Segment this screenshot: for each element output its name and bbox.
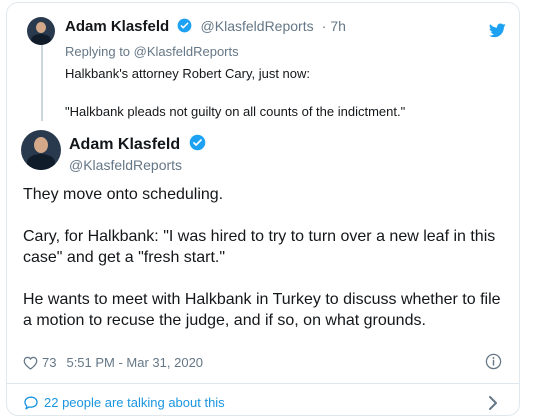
main-author-name[interactable]: Adam Klasfeld <box>69 136 180 153</box>
main-author-line: Adam Klasfeld <box>69 134 206 154</box>
tweet-embed-card: Adam Klasfeld @KlasfeldReports · 7h Repl… <box>6 2 520 416</box>
avatar-suit <box>31 34 51 45</box>
talking-link[interactable]: 22 people are talking about this <box>23 395 225 410</box>
twitter-bird-icon[interactable] <box>489 23 506 38</box>
chat-bubble-icon <box>24 396 38 410</box>
quoted-author-avatar[interactable] <box>27 17 55 45</box>
quoted-author-line: Adam Klasfeld @KlasfeldReports · 7h <box>65 18 346 35</box>
quoted-time-ago[interactable]: · 7h <box>322 18 346 34</box>
footer-divider <box>7 383 519 384</box>
tweet-paragraph-1: They move onto scheduling. <box>23 186 224 203</box>
verified-badge-icon <box>178 18 192 33</box>
avatar-face <box>34 137 48 153</box>
verified-badge-icon <box>189 134 205 151</box>
info-icon[interactable] <box>485 353 502 370</box>
tweet-timestamp[interactable]: 5:51 PM - Mar 31, 2020 <box>66 355 203 370</box>
main-author-handle[interactable]: @KlasfeldReports <box>69 157 182 173</box>
avatar-suit <box>27 154 55 170</box>
talking-label: 22 people are talking about this <box>44 395 225 410</box>
tweet-paragraph-2: Cary, for Halkbank: "I was hired to try … <box>23 228 496 266</box>
chevron-right-icon[interactable] <box>487 395 499 411</box>
quoted-author-handle[interactable]: @KlasfeldReports <box>201 18 314 34</box>
like-count[interactable]: 73 <box>42 355 56 370</box>
quoted-text-line-2: "Halkbank pleads not guilty on all count… <box>65 104 406 119</box>
heart-icon[interactable] <box>23 356 38 370</box>
quoted-author-name[interactable]: Adam Klasfeld <box>65 18 169 35</box>
quoted-text-line-1: Halkbank's attorney Robert Cary, just no… <box>65 66 311 81</box>
replying-to-label[interactable]: Replying to @KlasfeldReports <box>65 44 239 59</box>
tweet-body: They move onto scheduling. Cary, for Hal… <box>23 184 513 352</box>
tweet-meta: 73 5:51 PM - Mar 31, 2020 <box>23 355 203 370</box>
reply-thread-line <box>41 39 43 121</box>
avatar-face <box>36 22 46 33</box>
quoted-tweet-text: Halkbank's attorney Robert Cary, just no… <box>65 66 405 142</box>
main-author-avatar[interactable] <box>21 130 61 170</box>
tweet-paragraph-3: He wants to meet with Halkbank in Turkey… <box>23 291 501 329</box>
